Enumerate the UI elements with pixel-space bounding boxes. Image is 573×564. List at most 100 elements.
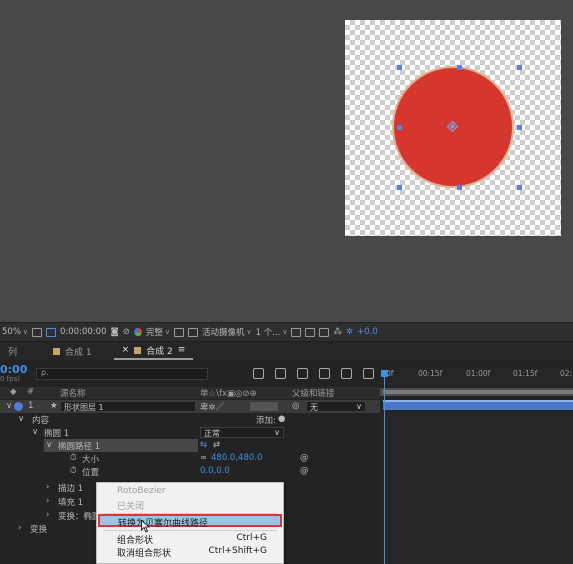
pickwhip-icon[interactable]: ◎ xyxy=(292,401,299,411)
flowchart-icon[interactable]: ⁂ xyxy=(333,327,342,337)
region-icon[interactable] xyxy=(46,327,57,337)
ellipse-path-row[interactable]: ∨ 椭圆路径 1 xyxy=(44,439,198,452)
menu-item-shortcut: Ctrl+Shift+G xyxy=(208,546,267,556)
menu-item-group-shapes[interactable]: 组合形状 Ctrl+G xyxy=(97,532,283,546)
resolution-dropdown[interactable]: 完整 ∨ xyxy=(146,326,170,338)
ellipse-group-row[interactable]: ∨ 椭圆 1 正常 ∨ xyxy=(0,426,380,439)
zoom-value: 50% xyxy=(2,327,21,337)
region-of-interest-icon[interactable] xyxy=(174,327,184,337)
add-label: 添加: xyxy=(256,416,276,426)
zoom-dropdown[interactable]: 50% ∨ xyxy=(2,327,28,337)
layer-switches[interactable]: 卑✲／ xyxy=(200,401,224,413)
show-channel-icon[interactable]: ⊘ xyxy=(123,327,130,337)
motion-blur-icon[interactable] xyxy=(341,368,352,379)
current-time-display[interactable]: 0:00:00:00 xyxy=(60,327,106,337)
expression-pickwhip-icon[interactable]: @ xyxy=(300,466,309,476)
stopwatch-icon[interactable]: ⏱ xyxy=(70,466,77,476)
timeline-icon[interactable] xyxy=(319,327,330,337)
constrain-link-icon[interactable]: ∞ xyxy=(200,453,207,463)
size-label: 大小 xyxy=(82,455,100,465)
ruler-tick: 01:00f xyxy=(466,369,491,378)
transparency-grid-icon[interactable] xyxy=(188,327,198,337)
chevron-right-icon[interactable]: › xyxy=(18,523,21,533)
visibility-icon[interactable] xyxy=(14,402,23,411)
path-direction-icons[interactable]: ⇆ ⇄ xyxy=(200,439,230,452)
exposure-value[interactable]: +0.0 xyxy=(357,327,378,337)
chevron-down-icon[interactable]: ∨ xyxy=(6,401,12,411)
search-icon: ρ. xyxy=(41,368,49,377)
tab-comp-1[interactable]: 合成 1 xyxy=(45,342,100,360)
graph-editor-icon[interactable] xyxy=(363,368,374,379)
menu-item-label: 取消组合形状 xyxy=(117,549,172,559)
column-switches[interactable]: 单☆\fx▣◎⊘⊕ xyxy=(200,387,257,399)
work-area-bar[interactable] xyxy=(380,388,573,396)
column-source-name[interactable]: 源名称 xyxy=(60,387,86,399)
tab-render-queue[interactable]: 列 xyxy=(0,342,25,360)
path-swap-icon[interactable]: ⇄ xyxy=(213,440,220,450)
size-value[interactable]: 480.0,480.0 xyxy=(211,453,262,463)
close-icon[interactable]: × xyxy=(122,345,130,355)
menu-item-rotobezier[interactable]: RotoBezier xyxy=(97,485,283,498)
menu-item-ungroup-shapes[interactable]: 取消组合形状 Ctrl+Shift+G xyxy=(97,545,283,559)
comp-color-swatch xyxy=(134,346,142,354)
camera-value: 活动摄像机 xyxy=(202,328,245,338)
switch-boxes[interactable] xyxy=(250,402,278,411)
layer-name-field[interactable]: 形状图层 1 xyxy=(60,401,196,412)
menu-item-convert-to-bezier-path[interactable]: 转换为贝塞尔曲线路径 xyxy=(98,514,282,529)
toggle-pixel-aspect-icon[interactable] xyxy=(291,327,302,337)
time-ruler[interactable]: 0f 00:15f 01:00f 01:15f 02: xyxy=(380,368,573,386)
menu-item-label: RotoBezier xyxy=(117,486,166,496)
reverse-path-icon[interactable]: ⇆ xyxy=(200,440,207,450)
column-number[interactable]: # xyxy=(27,387,34,397)
chevron-right-icon[interactable]: › xyxy=(46,496,49,506)
label-tag-icon[interactable]: ◆ xyxy=(10,387,17,397)
chevron-down-icon[interactable]: ∨ xyxy=(32,427,38,437)
blend-mode-dropdown[interactable]: 正常 ∨ xyxy=(200,427,284,438)
fast-previews-icon[interactable] xyxy=(305,327,316,337)
layer-row[interactable]: ∨ 1 ★ 形状图层 1 卑✲／ ◎ 无 ∨ xyxy=(0,400,380,413)
position-value[interactable]: 0.0,0.0 xyxy=(200,466,230,476)
star-icon: ★ xyxy=(50,401,58,411)
layer-number: 1 xyxy=(28,401,34,411)
ellipse-group-label: 椭圆 1 xyxy=(44,429,70,439)
contents-row[interactable]: ∨ 内容 添加: ● xyxy=(0,413,380,426)
menu-separator xyxy=(103,530,277,531)
views-dropdown[interactable]: 1 个... ∨ xyxy=(256,326,288,338)
stopwatch-icon[interactable]: ⏱ xyxy=(70,453,77,463)
camera-dropdown[interactable]: 活动摄像机 ∨ xyxy=(202,326,252,338)
frame-blending-icon[interactable] xyxy=(319,368,330,379)
comp-mini-flowchart-icon[interactable] xyxy=(253,368,264,379)
color-channel-icon[interactable] xyxy=(133,328,142,336)
tab-label: 合成 1 xyxy=(65,347,92,358)
camera-icon[interactable]: ◙ xyxy=(110,327,118,337)
panel-menu-icon[interactable]: ≡ xyxy=(178,345,186,355)
add-icon[interactable]: ● xyxy=(278,414,285,424)
chevron-down-icon[interactable]: ∨ xyxy=(46,440,52,450)
chevron-down-icon[interactable]: ∨ xyxy=(18,414,24,424)
expression-pickwhip-icon[interactable]: @ xyxy=(300,453,309,463)
tab-label: 合成 2 xyxy=(146,346,173,357)
track-area[interactable] xyxy=(380,412,573,564)
size-property-row[interactable]: ⏱ 大小 ∞ 480.0,480.0 @ xyxy=(0,452,380,465)
tab-comp-2[interactable]: × 合成 2 ≡ xyxy=(113,342,194,360)
layer-duration-bar[interactable] xyxy=(383,400,573,410)
search-input[interactable]: ρ. xyxy=(36,368,208,380)
draft-3d-icon[interactable] xyxy=(275,368,286,379)
column-parent[interactable]: 父级和链接 xyxy=(292,387,335,399)
stroke-label: 描边 1 xyxy=(58,484,84,494)
shape-layer-graphic[interactable] xyxy=(345,20,561,236)
chevron-right-icon[interactable]: › xyxy=(46,510,49,520)
playhead-handle[interactable] xyxy=(381,370,388,377)
parent-dropdown[interactable]: 无 ∨ xyxy=(306,401,366,412)
ruler-tick: 00:15f xyxy=(418,369,443,378)
chevron-right-icon[interactable]: › xyxy=(46,482,49,492)
composition-viewer[interactable] xyxy=(0,0,573,322)
menu-item-closed[interactable]: 已关闭 xyxy=(97,498,283,512)
shy-layers-icon[interactable] xyxy=(297,368,308,379)
exposure-icon[interactable]: ✲ xyxy=(346,327,353,337)
position-property-row[interactable]: ⏱ 位置 0.0,0.0 @ xyxy=(0,465,380,478)
playhead-line[interactable] xyxy=(384,370,385,564)
snapshot-icon[interactable] xyxy=(32,327,43,337)
ruler-tick: 01:15f xyxy=(513,369,538,378)
composition-canvas[interactable] xyxy=(345,20,561,236)
